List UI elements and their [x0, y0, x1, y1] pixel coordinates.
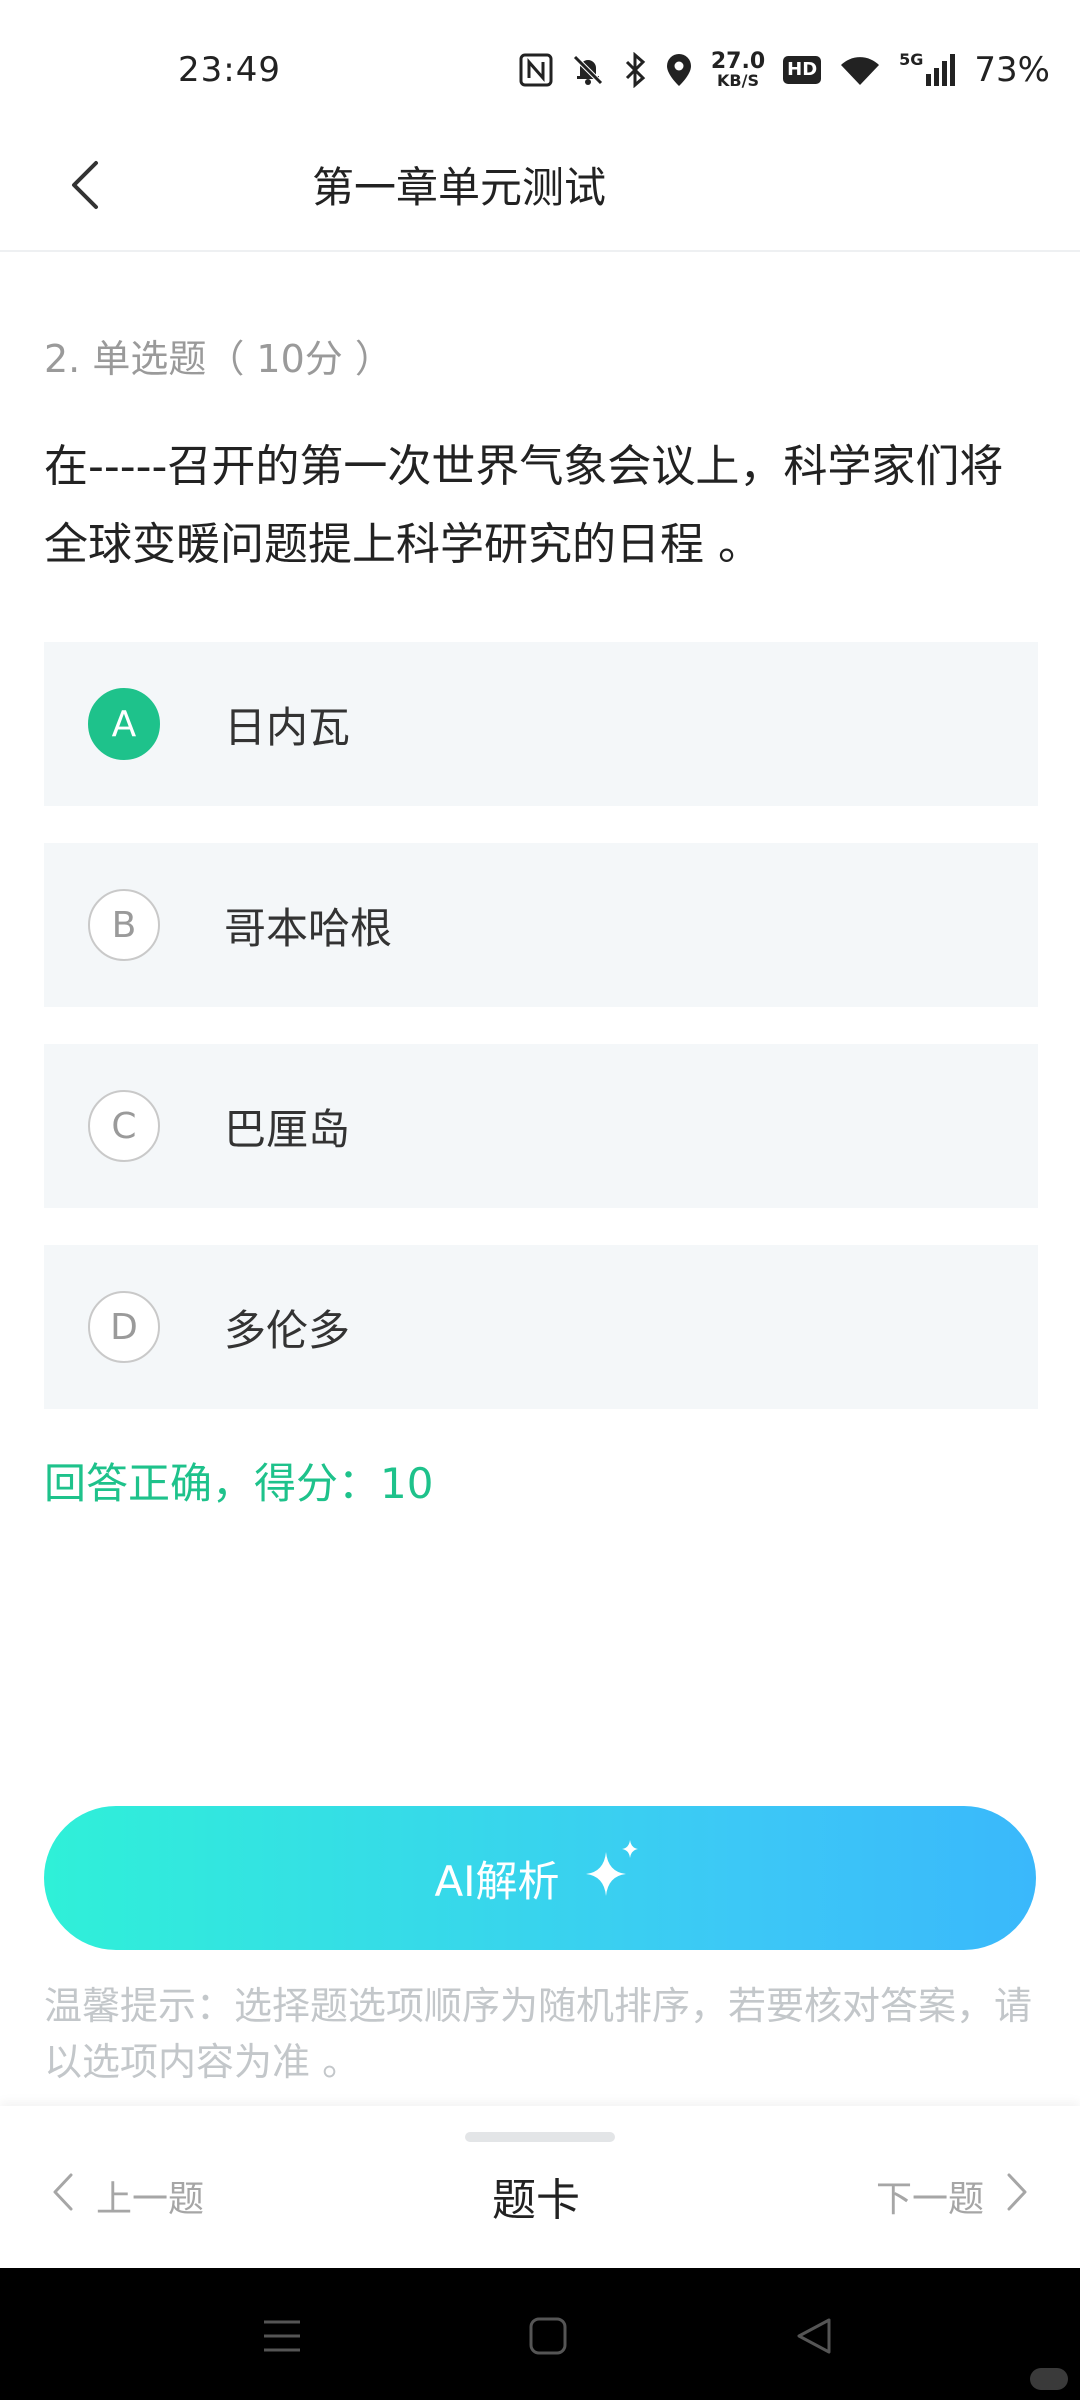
- home-icon[interactable]: [520, 2308, 576, 2364]
- header: 第一章单元测试: [0, 130, 1080, 252]
- menu-icon[interactable]: [254, 2308, 310, 2364]
- next-question-label: 下一题: [875, 2179, 984, 2220]
- answer-result: 回答正确，得分：10: [44, 1459, 434, 1508]
- battery-level: 73%: [974, 50, 1050, 90]
- hd-icon: HD: [783, 50, 822, 90]
- question-meta: 2. 单选题（ 10分 ）: [44, 337, 393, 381]
- watermark-badge: [1030, 2368, 1068, 2390]
- signal-icon: 5G: [899, 50, 956, 90]
- option-a-badge: A: [88, 688, 160, 760]
- wifi-icon: [839, 50, 881, 90]
- bottom-nav: 上一题 题卡 下一题: [0, 2106, 1080, 2268]
- option-b[interactable]: B 哥本哈根: [44, 843, 1038, 1007]
- option-a-text: 日内瓦: [224, 702, 351, 752]
- drag-handle[interactable]: [465, 2132, 615, 2142]
- chevron-right-icon: [1006, 2172, 1028, 2221]
- option-a[interactable]: A 日内瓦: [44, 642, 1038, 806]
- next-question-button[interactable]: 下一题: [876, 2170, 1028, 2222]
- prev-question-label: 上一题: [96, 2179, 205, 2220]
- back-button[interactable]: [50, 152, 120, 222]
- question-card-button[interactable]: 题卡: [492, 2164, 580, 2228]
- system-nav-bar: [0, 2268, 1080, 2400]
- option-c-badge: C: [88, 1090, 160, 1162]
- question-text: 在-----召开的第一次世界气象会议上，科学家们将全球变暖问题提上科学研究的日程…: [44, 441, 1004, 570]
- status-time: 23:49: [178, 50, 281, 90]
- chevron-left-icon: [52, 2172, 74, 2221]
- option-b-text: 哥本哈根: [224, 903, 393, 953]
- option-d[interactable]: D 多伦多: [44, 1245, 1038, 1409]
- nfc-icon: [519, 50, 553, 90]
- prev-question-button[interactable]: 上一题: [52, 2170, 204, 2222]
- chevron-left-icon: [70, 160, 100, 214]
- tip-text: 温馨提示：选择题选项顺序为随机排序，若要核对答案，请以选项内容为准 。: [44, 1984, 1033, 2084]
- back-triangle-icon[interactable]: [786, 2308, 842, 2364]
- option-d-text: 多伦多: [224, 1305, 351, 1355]
- option-c-text: 巴厘岛: [224, 1104, 351, 1154]
- bluetooth-icon: [623, 50, 647, 90]
- ai-analysis-label: AI解析: [434, 1856, 560, 1906]
- location-icon: [665, 50, 693, 90]
- status-icons: 27.0 KB/S HD 5G 73%: [519, 48, 1050, 92]
- option-c[interactable]: C 巴厘岛: [44, 1044, 1038, 1208]
- sparkle-icon: [582, 1838, 646, 1906]
- status-bar: 23:49 27.0 KB/S HD 5G 73%: [0, 0, 1080, 140]
- ai-analysis-button[interactable]: AI解析: [44, 1806, 1036, 1950]
- page-title: 第一章单元测试: [312, 163, 607, 212]
- option-b-badge: B: [88, 889, 160, 961]
- option-d-badge: D: [88, 1291, 160, 1363]
- network-speed: 27.0 KB/S: [710, 49, 766, 90]
- mute-bell-icon: [571, 50, 605, 90]
